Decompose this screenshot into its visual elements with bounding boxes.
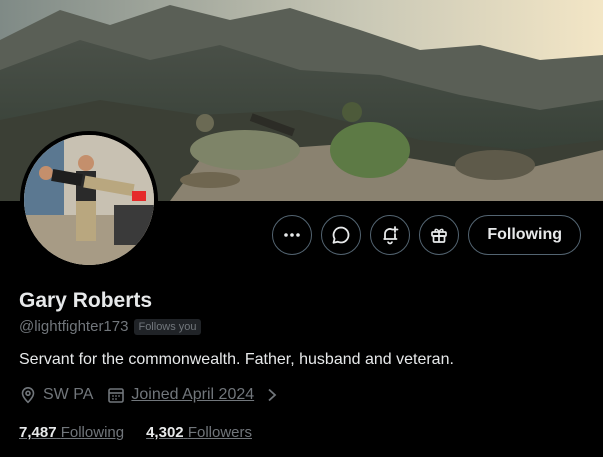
profile-actions: Following (272, 215, 581, 255)
joined-date[interactable]: Joined April 2024 (107, 386, 278, 404)
followers-count: 4,302 (146, 424, 184, 441)
profile-bio: Servant for the commonwealth. Father, hu… (19, 351, 454, 368)
location-text: SW PA (43, 386, 94, 403)
location: SW PA (19, 386, 93, 404)
handle-row: @lightfighter173 Follows you (19, 318, 201, 335)
message-button[interactable] (321, 215, 362, 255)
profile-name: Gary Roberts (19, 289, 153, 312)
followers-stat-link[interactable]: 4,302 Followers (146, 424, 252, 441)
profile-avatar[interactable] (20, 131, 158, 269)
more-icon (284, 233, 301, 237)
location-pin-icon (21, 386, 35, 404)
followers-label: Followers (187, 424, 252, 441)
following-button[interactable]: Following (468, 215, 581, 255)
gift-icon (431, 228, 448, 243)
following-label: Following (60, 424, 125, 441)
profile-handle: @lightfighter173 (19, 318, 129, 335)
profile-meta: SW PA Joined April 2024 (19, 386, 292, 404)
notification-bell-icon (383, 226, 399, 245)
notifications-button[interactable] (370, 215, 411, 255)
follows-you-badge: Follows you (134, 318, 201, 335)
following-stat-link[interactable]: 7,487 Following (19, 424, 124, 441)
calendar-icon (108, 388, 125, 403)
chevron-right-icon[interactable] (266, 388, 278, 402)
follow-stats: 7,487 Following 4,302 Followers (19, 424, 274, 441)
joined-date-text[interactable]: Joined April 2024 (131, 386, 254, 404)
following-count: 7,487 (19, 424, 57, 441)
subscribe-gift-button[interactable] (419, 215, 460, 255)
more-button[interactable] (272, 215, 313, 255)
message-icon (332, 226, 350, 244)
